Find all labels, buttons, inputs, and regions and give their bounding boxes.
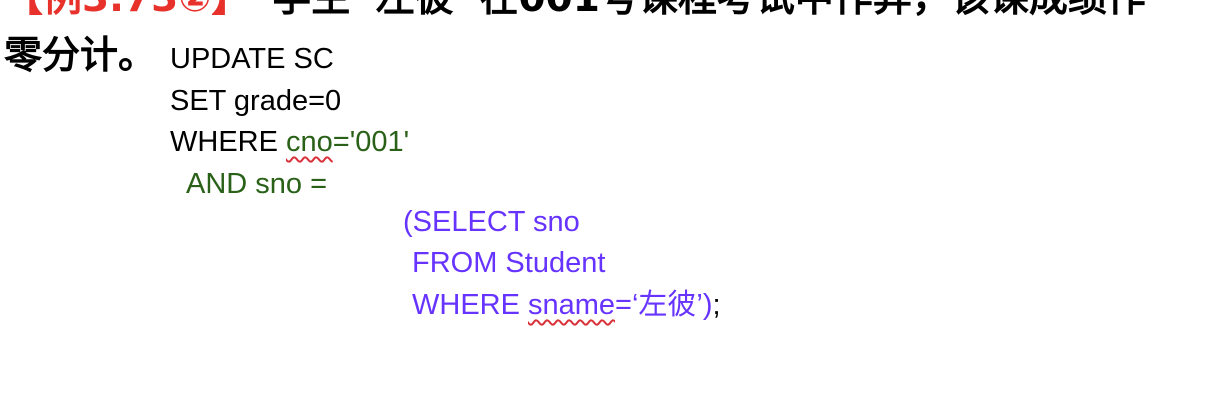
sql-and-line: AND sno = (186, 168, 328, 200)
sql-statement-terminator: ; (712, 289, 721, 321)
sql-update-line: UPDATE SC (170, 43, 334, 75)
example-heading-line-1: 【例3.73②】 学生“左彼”在001号课程考试中作弊，该课成绩作 (4, 0, 1146, 22)
sql-cno-value: ='001' (332, 126, 410, 158)
sql-subquery-from-line: FROM Student (412, 247, 606, 279)
sql-set-line: SET grade=0 (170, 85, 342, 117)
example-title-text: 学生“左彼”在001号课程考试中作弊，该课成绩作 (272, 0, 1146, 21)
example-tag: 【例3.73②】 (4, 0, 250, 21)
sql-subquery-where-line: WHERE sname=‘左彼’); (412, 288, 721, 322)
sql-subquery-select-line: (SELECT sno (403, 206, 580, 238)
sql-cno-field: cno (286, 126, 333, 158)
sql-where-line: WHERE cno='001' (170, 125, 409, 159)
sql-subquery-where-keyword: WHERE (412, 289, 528, 321)
sql-sname-field: sname (528, 289, 616, 321)
sql-sname-value: =‘左彼’) (615, 289, 713, 321)
example-heading-line-2: 零分计。 (4, 32, 156, 78)
example-title-continuation: 零分计。 (4, 33, 157, 77)
sql-where-keyword: WHERE (170, 126, 286, 158)
